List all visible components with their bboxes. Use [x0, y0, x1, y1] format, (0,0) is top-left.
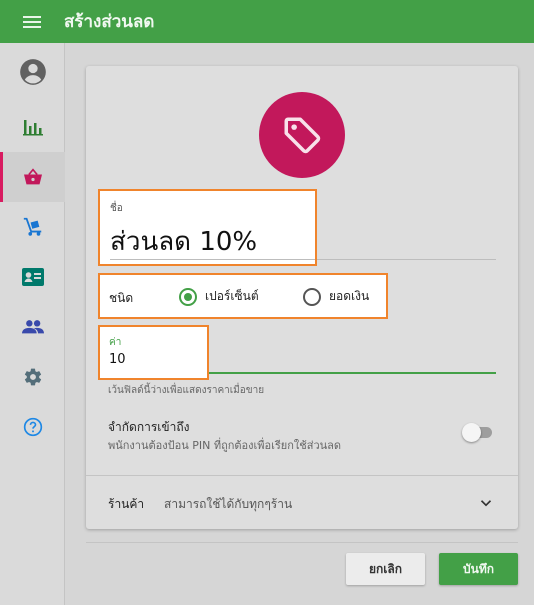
sidebar-item-employees[interactable]	[0, 302, 65, 352]
people-icon	[21, 320, 44, 334]
type-label: ชนิด	[109, 291, 134, 305]
sidebar-item-customers[interactable]	[0, 252, 65, 302]
store-row[interactable]: ร้านค้า สามารถใช้ได้กับทุกๆร้าน	[86, 475, 518, 529]
help-circle-icon	[23, 417, 42, 437]
chevron-down-icon[interactable]	[477, 494, 495, 512]
value-field[interactable]: ค่า 10	[108, 332, 496, 374]
name-field-label: ชื่อ	[109, 202, 122, 213]
dolly-icon	[23, 217, 41, 236]
name-field[interactable]: ชื่อ ส่วนลด 10%	[108, 200, 496, 260]
sidebar-item-help[interactable]	[0, 402, 65, 452]
store-value: สามารถใช้ได้กับทุกๆร้าน	[164, 497, 293, 511]
sidebar-item-settings[interactable]	[0, 352, 65, 402]
account-circle-icon	[19, 59, 46, 85]
discount-badge	[259, 92, 345, 178]
radio-percent[interactable]: เปอร์เซ็นต์	[179, 286, 259, 305]
discount-form-card: ชื่อ ส่วนลด 10% ชนิด เปอร์เซ็นต์ ยอดเงิน…	[86, 66, 518, 529]
radio-checked-icon	[179, 286, 197, 305]
store-label: ร้านค้า	[108, 497, 145, 511]
name-field-value[interactable]: ส่วนลด 10%	[109, 222, 256, 263]
id-card-icon	[21, 268, 44, 286]
value-field-value[interactable]: 10	[109, 351, 126, 366]
radio-unchecked-icon	[303, 286, 321, 305]
footer-divider	[86, 542, 518, 543]
radio-amount-label: ยอดเงิน	[329, 288, 370, 302]
sidebar	[0, 43, 65, 605]
sidebar-item-inventory[interactable]	[0, 202, 65, 252]
tag-icon	[284, 117, 321, 154]
radio-percent-label: เปอร์เซ็นต์	[205, 288, 259, 302]
toggle-thumb	[462, 423, 481, 442]
sidebar-item-items[interactable]	[0, 152, 65, 202]
value-hint: เว้นฟิลด์นี้ว่างเพื่อแสดงราคาเมื่อขาย	[108, 385, 265, 396]
save-button[interactable]: บันทึก	[439, 553, 518, 585]
restrict-access-toggle[interactable]	[462, 423, 494, 442]
restrict-access-description: พนักงานต้องป้อน PIN ที่ถูกต้องเพื่อเรียก…	[108, 439, 342, 452]
restrict-access-title: จำกัดการเข้าถึง	[108, 420, 190, 434]
type-row: ชนิด เปอร์เซ็นต์ ยอดเงิน	[108, 284, 496, 310]
app-bar: สร้างส่วนลด	[0, 0, 534, 43]
page-title: สร้างส่วนลด	[64, 12, 155, 32]
sidebar-item-reports[interactable]	[0, 102, 65, 152]
value-field-label: ค่า	[109, 334, 122, 345]
gear-icon	[24, 368, 41, 386]
basket-icon	[23, 168, 42, 185]
sidebar-item-account[interactable]	[0, 47, 65, 97]
cancel-button[interactable]: ยกเลิก	[346, 553, 425, 585]
radio-amount[interactable]: ยอดเงิน	[303, 286, 369, 305]
bar-chart-icon	[22, 120, 43, 136]
hamburger-icon[interactable]	[0, 0, 64, 43]
